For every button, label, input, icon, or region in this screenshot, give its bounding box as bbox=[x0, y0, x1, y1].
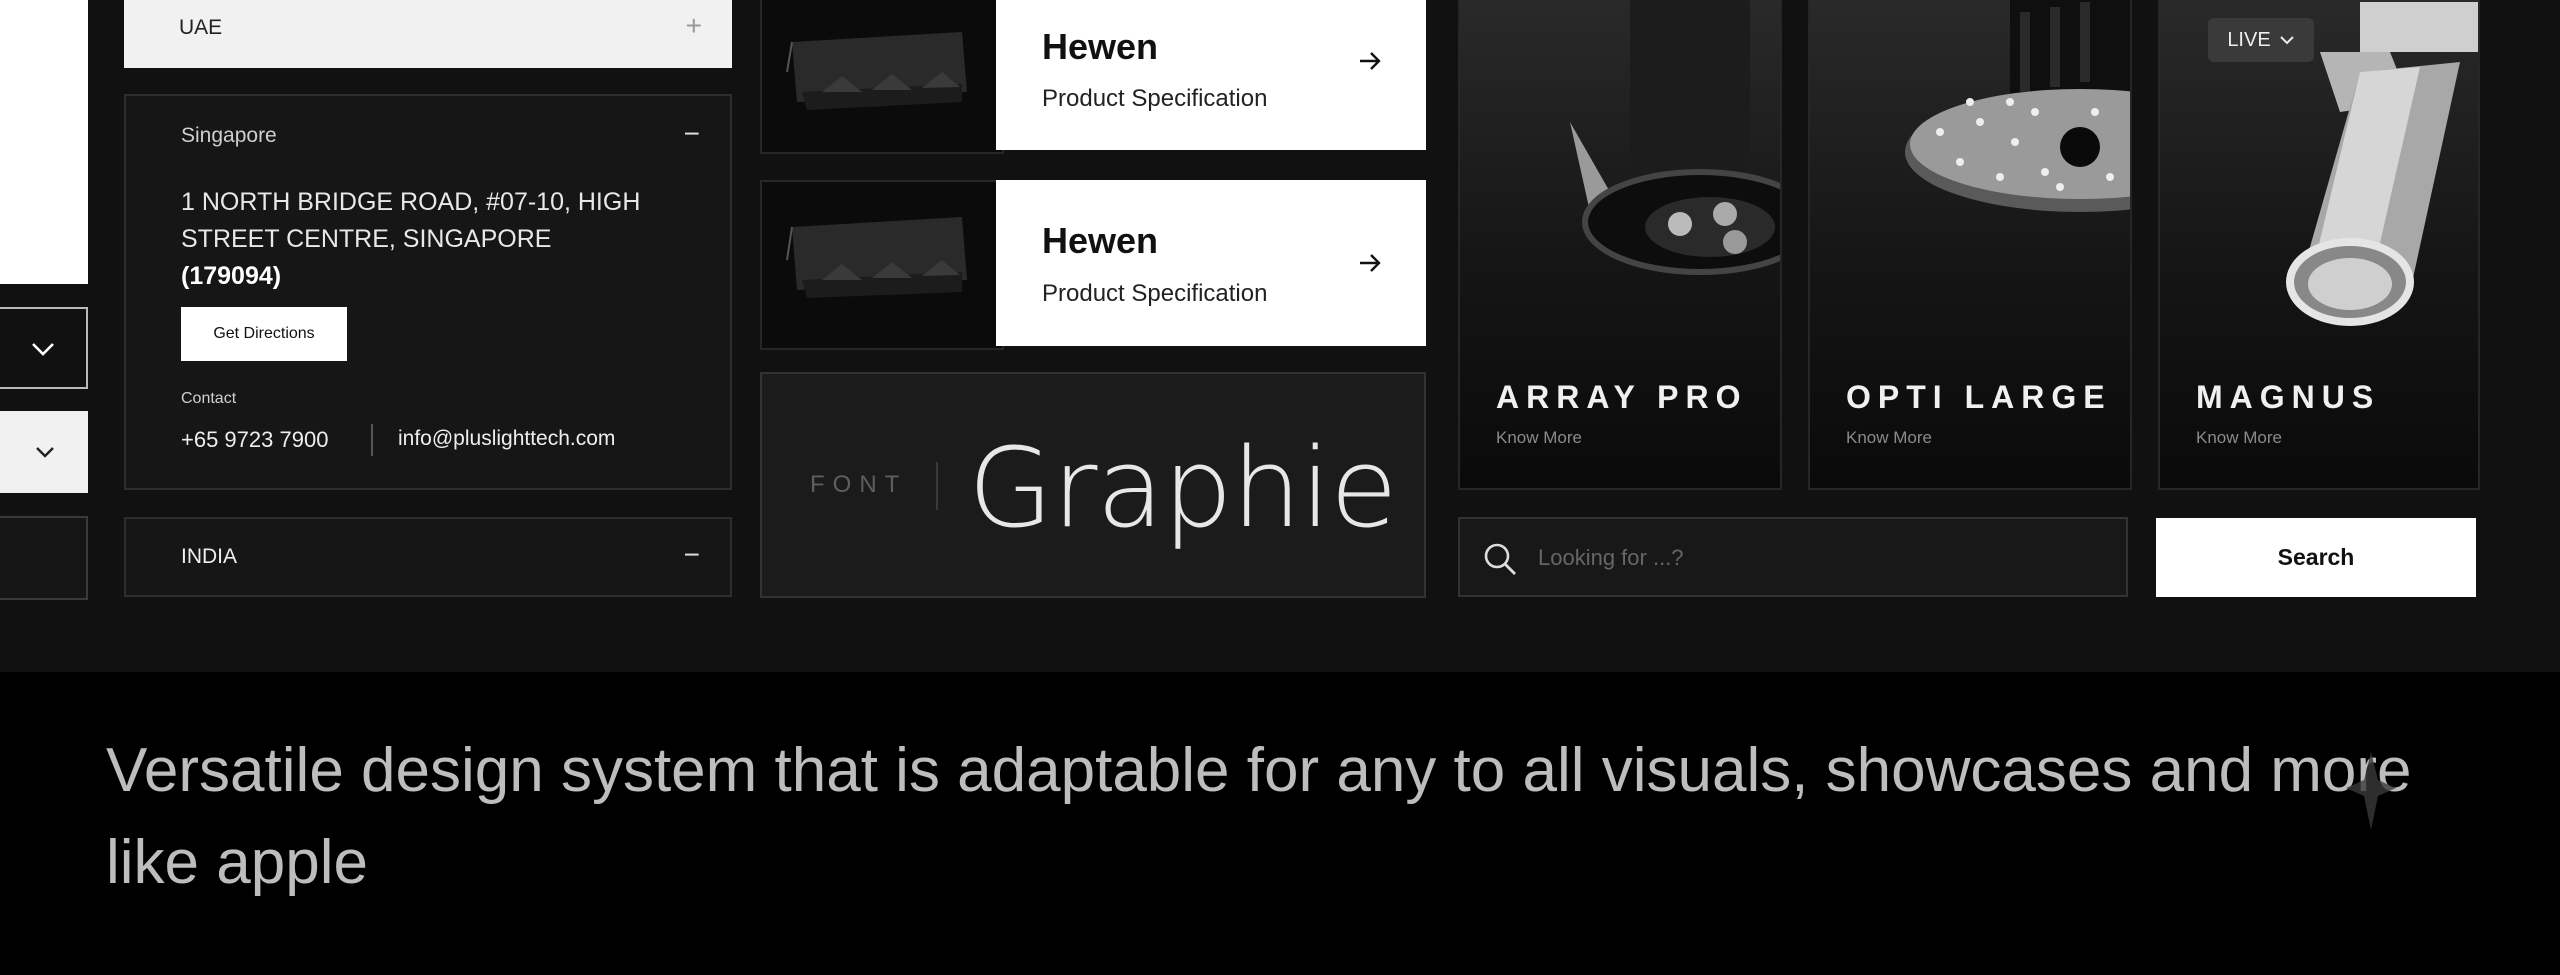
design-board: UAE + Singapore − 1 NORTH BRIDGE ROAD, #… bbox=[0, 0, 2560, 672]
sparkle-icon bbox=[2346, 752, 2396, 830]
dropdown-toggle-dark[interactable] bbox=[0, 307, 88, 389]
search-placeholder: Looking for ...? bbox=[1538, 545, 1684, 570]
address-block: 1 NORTH BRIDGE ROAD, #07-10, HIGH STREET… bbox=[181, 184, 701, 295]
search-button[interactable]: Search bbox=[2156, 518, 2476, 597]
accordion-title: Singapore bbox=[181, 124, 277, 147]
chevron-down-icon bbox=[2279, 36, 2294, 45]
live-dropdown[interactable]: LIVE bbox=[2208, 18, 2314, 62]
accordion-item-india[interactable]: INDIA − bbox=[124, 517, 732, 597]
accordion-title: INDIA bbox=[181, 545, 238, 568]
caption-text: Versatile design system that is adaptabl… bbox=[106, 736, 2412, 897]
minus-icon[interactable]: − bbox=[684, 120, 700, 148]
product-card-opti-large[interactable]: OPTI LARGE Know More bbox=[1808, 0, 2132, 490]
product-name: ARRAY PRO bbox=[1496, 379, 1748, 415]
chevron-down-icon bbox=[36, 447, 54, 458]
know-more-link[interactable]: Know More bbox=[2196, 428, 2282, 448]
plus-icon: + bbox=[685, 10, 702, 41]
accordion-item-singapore: Singapore − 1 NORTH BRIDGE ROAD, #07-10,… bbox=[124, 94, 732, 490]
product-card-magnus[interactable]: LIVE MAGNUS Know More bbox=[2158, 0, 2480, 490]
downlight-image bbox=[1570, 0, 1780, 275]
phone-link[interactable]: +65 9723 7900 bbox=[181, 427, 328, 453]
divider bbox=[936, 462, 938, 510]
partial-white-panel bbox=[0, 0, 88, 284]
address-line: STREET CENTRE, SINGAPORE bbox=[181, 225, 552, 253]
spec-card-title: Hewen bbox=[1042, 220, 1159, 261]
arrow-right-icon bbox=[1360, 52, 1381, 70]
product-thumbnail bbox=[760, 0, 1004, 154]
product-name: MAGNUS bbox=[2196, 379, 2381, 415]
font-name: Graphie bbox=[968, 424, 1398, 552]
downlight-image bbox=[1905, 0, 2130, 212]
know-more-link[interactable]: Know More bbox=[1846, 428, 1932, 448]
font-sample-card: FONT Graphie bbox=[760, 372, 1426, 598]
contact-label: Contact bbox=[181, 390, 237, 407]
postal-code: (179094) bbox=[181, 262, 282, 290]
spec-card[interactable]: Hewen Product Specification bbox=[996, 0, 1426, 150]
live-label: LIVE bbox=[2227, 28, 2271, 51]
product-name: OPTI LARGE bbox=[1846, 379, 2112, 415]
spec-card-subtitle: Product Specification bbox=[1042, 280, 1268, 307]
arrow-right-icon bbox=[1360, 254, 1381, 272]
dropdown-toggle-light[interactable] bbox=[0, 411, 88, 493]
product-thumbnail bbox=[760, 180, 1004, 350]
light-fixture-image bbox=[786, 217, 967, 298]
get-directions-button[interactable]: Get Directions bbox=[181, 307, 347, 361]
spec-card-subtitle: Product Specification bbox=[1042, 85, 1268, 112]
email-link[interactable]: info@pluslighttech.com bbox=[398, 427, 615, 451]
know-more-link[interactable]: Know More bbox=[1496, 428, 1582, 448]
font-label: FONT bbox=[810, 471, 908, 498]
search-icon bbox=[1484, 543, 1516, 575]
partial-dark-panel bbox=[0, 516, 88, 600]
address-line: 1 NORTH BRIDGE ROAD, #07-10, HIGH bbox=[181, 188, 641, 216]
spec-card-title: Hewen bbox=[1042, 26, 1159, 67]
accordion-title: UAE bbox=[179, 16, 223, 39]
light-fixture-image bbox=[786, 32, 967, 110]
product-card-array-pro[interactable]: ARRAY PRO Know More bbox=[1458, 0, 1782, 490]
divider bbox=[371, 424, 373, 456]
minus-icon: − bbox=[683, 539, 700, 570]
search-input[interactable]: Looking for ...? bbox=[1458, 517, 2128, 597]
chevron-down-icon bbox=[32, 343, 54, 356]
spec-card[interactable]: Hewen Product Specification bbox=[996, 180, 1426, 346]
accordion-item-uae[interactable]: UAE + bbox=[124, 0, 732, 68]
